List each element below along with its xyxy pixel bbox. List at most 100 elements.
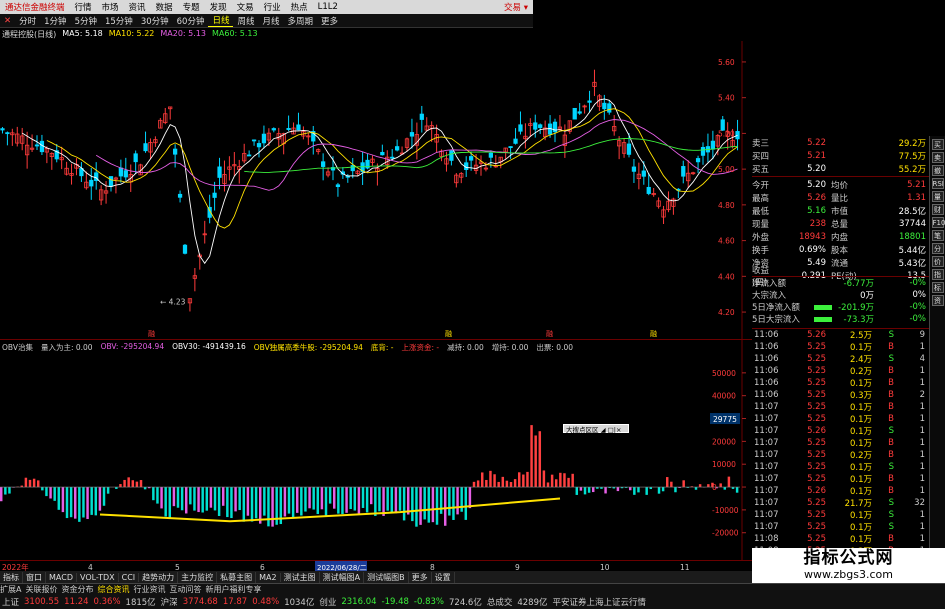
period-tab[interactable]: 60分钟 — [173, 15, 209, 27]
toolbar-button[interactable]: 资 — [931, 295, 944, 306]
obv-bar — [464, 487, 468, 520]
indicator-tab[interactable]: CCI — [119, 572, 140, 582]
menu-item[interactable]: L1L2 — [313, 2, 343, 12]
period-tab[interactable]: 5分钟 — [71, 15, 101, 27]
toolbar-button[interactable]: 笔 — [931, 230, 944, 241]
watermark-title: 指标公式网 — [803, 548, 894, 568]
obv-indicator-chart[interactable]: 50000400003000020000100000-10000-2000029… — [0, 339, 752, 560]
flow-percent: 0% — [912, 290, 927, 300]
toolbar-button[interactable]: 标 — [931, 282, 944, 293]
menu-item[interactable]: 发现 — [205, 1, 232, 13]
tick-time: 11:07 — [754, 498, 779, 508]
indicator-tab[interactable]: VOL-TDX — [77, 572, 119, 582]
obv-bar — [472, 481, 476, 488]
menu-item[interactable]: 市场 — [97, 1, 124, 13]
toolbar-button[interactable]: 买 — [931, 139, 944, 150]
toolbar-button[interactable]: 价 — [931, 256, 944, 267]
index-value: 沪深 — [160, 598, 178, 608]
period-tab[interactable]: 日线 — [208, 14, 234, 27]
indicator-tab[interactable]: 窗口 — [23, 571, 46, 583]
info-tab[interactable]: 资金分布 — [61, 584, 93, 595]
period-tab[interactable]: 周线 — [233, 15, 258, 27]
indicator-tab[interactable]: 趋势动力 — [139, 571, 179, 583]
toolbar-button[interactable]: 量 — [931, 191, 944, 202]
indicator-tab[interactable]: MACD — [46, 572, 77, 582]
order-volume: 29.2万 — [898, 138, 926, 149]
date-axis: 2022年45678910112022/06/28/二 — [0, 560, 752, 571]
obv-bar — [563, 473, 566, 488]
tick-side: S — [888, 426, 894, 436]
candle-body — [321, 161, 326, 167]
candle-body — [182, 244, 188, 254]
tick-time: 11:07 — [754, 450, 779, 460]
info-tab[interactable]: 新用户福利专享 — [205, 584, 261, 595]
date-month-label: 6 — [260, 563, 265, 571]
menu-item[interactable]: 专题 — [178, 1, 205, 13]
trade-menu[interactable]: 交易 ▾ — [499, 1, 533, 13]
indicator-tab[interactable]: 设置 — [432, 571, 455, 583]
period-tab[interactable]: 15分钟 — [101, 15, 137, 27]
toolbar-button[interactable]: 指 — [931, 269, 944, 280]
period-tab[interactable]: 月线 — [259, 15, 284, 27]
obv-bar — [324, 487, 328, 516]
indicator-tab[interactable]: MA2 — [256, 572, 281, 582]
tick-price: 5.25 — [807, 462, 826, 472]
tick-row: 11:07 5.25 0.1万 B 1 — [752, 413, 929, 425]
index-value: 平安证券上海上证云行情 — [552, 598, 647, 608]
indicator-tab[interactable]: 测试幅图B — [364, 571, 409, 583]
obv-bar — [571, 473, 574, 488]
indicator-tab[interactable]: 主力监控 — [178, 571, 218, 583]
period-tab[interactable]: 分时 — [15, 15, 40, 27]
tick-volume: 0.1万 — [849, 487, 872, 497]
toolbar-button[interactable]: 分 — [931, 243, 944, 254]
info-tab[interactable]: 扩展A — [0, 584, 21, 595]
info-tab[interactable]: 综合资讯 — [97, 584, 129, 595]
toolbar-button[interactable]: 卖 — [931, 152, 944, 163]
order-book-row: 买五 5.20 55.2万 — [752, 162, 929, 175]
menu-bar: 通达信金融终端 行情 市场 资讯 数据 专题 发现 文易 行业 热点 L1L2 … — [0, 0, 533, 14]
info-tab[interactable]: 互动问答 — [169, 584, 201, 595]
toolbar-button[interactable]: 财 — [931, 204, 944, 215]
event-marker: 融 — [148, 329, 155, 338]
indicator-tab[interactable]: 测试幅图A — [320, 571, 365, 583]
quote-value: 5.43亿 — [898, 258, 926, 269]
indicator-popup[interactable]: 大搜点区区 ◢ □|× — [563, 424, 629, 434]
indicator-tab[interactable]: 指标 — [0, 571, 23, 583]
tick-price: 5.26 — [807, 330, 826, 340]
price-axis-label: 5.60 — [718, 58, 735, 67]
menu-item[interactable]: 资讯 — [124, 1, 151, 13]
flow-percent: -0% — [909, 278, 926, 288]
menu-item[interactable]: 文易 — [232, 1, 259, 13]
candlestick-chart[interactable]: 5.60 5.40 5.20 5.00 4.80 4.60 4.40 4.20 ← 4.23 融 融… — [0, 41, 752, 339]
toolbar-button[interactable]: F10 — [931, 217, 945, 228]
obv-bar — [583, 487, 587, 495]
period-tab[interactable]: 多周期 — [284, 15, 318, 27]
period-tab[interactable]: 更多 — [317, 15, 342, 27]
info-tab[interactable]: 关联报价 — [25, 584, 57, 595]
menu-item[interactable]: 数据 — [151, 1, 178, 13]
candle-body — [513, 138, 518, 144]
menu-item[interactable]: 行业 — [259, 1, 286, 13]
obv-bar — [61, 487, 65, 513]
toolbar-button[interactable]: RSI — [931, 178, 944, 189]
period-tab[interactable]: 30分钟 — [137, 15, 173, 27]
indicator-axis-label: 50000 — [712, 369, 736, 378]
quote-value: 5.26 — [807, 192, 826, 203]
indicator-tab[interactable]: 私募主图 — [217, 571, 257, 583]
obv-bar — [645, 487, 648, 495]
indicator-tab[interactable]: 更多 — [409, 571, 432, 583]
candle-body — [572, 107, 577, 120]
obv-bar — [497, 481, 500, 488]
close-icon[interactable]: ✕ — [0, 16, 15, 26]
obv-bar — [53, 487, 56, 501]
info-tab[interactable]: 行业资讯 — [133, 584, 165, 595]
price-axis-label: 4.40 — [718, 272, 735, 281]
period-tab[interactable]: 1分钟 — [40, 15, 70, 27]
indicator-tab[interactable]: 测试主图 — [281, 571, 320, 583]
menu-item[interactable]: 热点 — [286, 1, 313, 13]
tick-count: 32 — [914, 498, 925, 508]
tick-price: 5.25 — [807, 402, 826, 412]
menu-item[interactable]: 行情 — [70, 1, 97, 13]
toolbar-button[interactable]: 撤 — [931, 165, 944, 176]
obv-bar — [168, 487, 172, 518]
